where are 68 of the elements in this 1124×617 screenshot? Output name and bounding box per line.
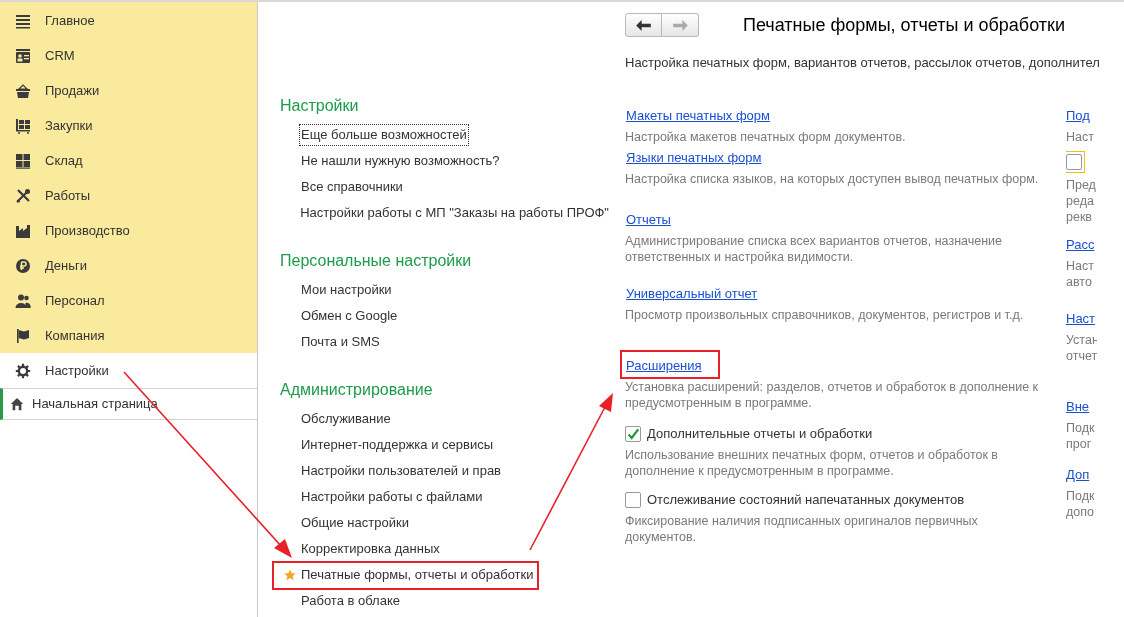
setting-description: Настройка списка языков, на которых доступен вывод печатных форм. [625,171,1040,187]
setting-link[interactable]: Языки печатных форм [626,148,762,168]
nav-link[interactable]: Обмен с Google [300,306,399,326]
nav-link[interactable]: Не нашли нужную возможность? [300,151,501,171]
setting-description: Фиксирование наличия подписанных оригиналов первичных документов. [625,513,979,545]
back-arrow-icon [636,19,651,31]
nav-link[interactable]: Настройки работы с МП "Заказы на работы ПРОФ" [299,203,610,223]
people-icon [15,292,31,309]
page-title: Печатные формы, отчеты и обработки [743,13,1065,37]
setting-description: допо [1066,504,1095,520]
setting-description: Пред [1066,177,1097,193]
setting-description: Администрирование списка всех вариантов отчетов, назначение ответственных и настройка видимости. [625,233,1004,265]
flag-icon [15,327,31,344]
setting-description: Просмотр произвольных справочников, документов, регистров и т.д. [625,307,1025,323]
page-description: Настройка печатных форм, вариантов отчетов, рассылок отчетов, дополнител [625,54,1101,71]
checkbox[interactable] [625,426,641,442]
back-button[interactable] [625,13,662,37]
group-heading: Настройки [280,96,359,116]
contact-card-icon [15,47,31,64]
setting-description: Настройка макетов печатных форм документов. [625,129,907,145]
ruble-coin-icon [15,257,31,274]
setting-link[interactable]: Под [1066,106,1090,126]
setting-description: прог [1066,436,1093,452]
factory-icon [15,222,31,239]
nav-link[interactable]: Мои настройки [300,280,393,300]
grid-icon [15,152,31,169]
setting-description: реда [1066,193,1095,209]
setting-link[interactable]: Доп [1066,465,1090,485]
setting-link[interactable]: Расс [1066,235,1095,255]
setting-description: Подк [1066,420,1096,436]
setting-description: рекв [1066,209,1093,225]
nav-link[interactable]: Настройки работы с файлами [300,487,484,507]
nav-link[interactable]: Работа в облаке [300,591,401,611]
group-heading: Администрирование [280,380,433,400]
setting-description: Использование внешних печатных форм, отчетов и обработок в дополнение к предусмотренным в программе. [625,447,999,479]
setting-link[interactable]: Вне [1066,397,1090,417]
gear-icon [15,362,31,379]
home-icon [10,397,24,411]
setting-link[interactable]: Универсальный отчет [626,284,758,304]
setting-description: Установка расширений: разделов, отчетов и обработок в дополнение к предусмотренным в программе. [625,379,1040,411]
nav-link[interactable]: Интернет-поддержка и сервисы [300,435,495,455]
cart-icon [15,117,31,134]
setting-description: Наст [1066,129,1095,145]
checkbox[interactable] [1066,154,1082,170]
checkbox[interactable] [625,492,641,508]
setting-link[interactable]: Наст [1066,309,1096,329]
nav-link[interactable]: Почта и SMS [300,332,381,352]
setting-description: Подк [1066,488,1096,504]
nav-link[interactable]: Настройки пользователей и прав [300,461,503,481]
tools-icon [15,187,31,204]
group-heading: Персональные настройки [280,251,472,271]
setting-link[interactable]: Отчеты [626,210,671,230]
setting-link[interactable]: Макеты печатных форм [626,106,770,126]
setting-description: авто [1066,274,1093,290]
checkbox-label: Дополнительные отчеты и обработки [647,425,873,444]
nav-link[interactable]: Корректировка данных [300,539,441,559]
setting-description: отчет [1066,348,1097,364]
setting-description: Наст [1066,258,1095,274]
nav-link[interactable]: Печатные формы, отчеты и обработки [300,565,535,585]
nav-link[interactable]: Обслуживание [300,409,392,429]
nav-link[interactable]: Общие настройки [300,513,410,533]
setting-link[interactable]: Расширения [626,356,702,376]
menu-icon [15,12,31,29]
checkbox-label: Отслеживание состояний напечатанных документов [647,491,965,510]
nav-link[interactable]: Все справочники [300,177,404,197]
basket-icon [15,82,31,99]
forward-arrow-icon [672,19,688,31]
nav-link[interactable]: Еще больше возможностей [300,125,468,145]
